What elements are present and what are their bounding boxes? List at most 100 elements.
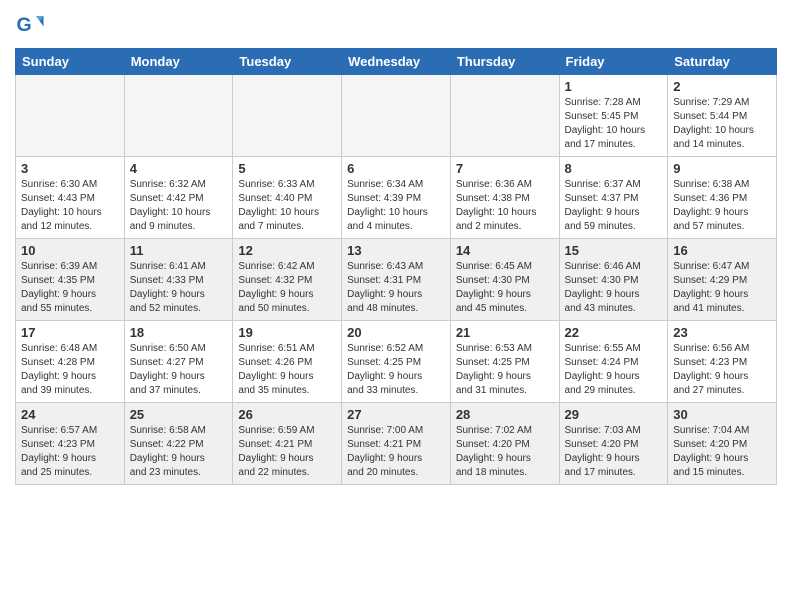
day-info: Sunrise: 6:32 AMSunset: 4:42 PMDaylight:…	[130, 178, 228, 234]
day-number: 17	[21, 325, 119, 340]
day-info: Sunrise: 7:04 AMSunset: 4:20 PMDaylight:…	[673, 424, 771, 480]
day-info: Sunrise: 6:55 AMSunset: 4:24 PMDaylight:…	[565, 342, 663, 398]
day-number: 9	[673, 161, 771, 176]
day-info: Sunrise: 6:58 AMSunset: 4:22 PMDaylight:…	[130, 424, 228, 480]
calendar-body: 1 Sunrise: 7:28 AMSunset: 5:45 PMDaylight…	[16, 75, 777, 485]
day-info: Sunrise: 6:37 AMSunset: 4:37 PMDaylight:…	[565, 178, 663, 234]
calendar-week-row: 1 Sunrise: 7:28 AMSunset: 5:45 PMDaylight…	[16, 75, 777, 157]
calendar-cell: 22 Sunrise: 6:55 AMSunset: 4:24 PMDayligh…	[559, 321, 668, 403]
calendar-cell	[16, 75, 125, 157]
calendar-cell: 20 Sunrise: 6:52 AMSunset: 4:25 PMDayligh…	[342, 321, 451, 403]
day-number: 3	[21, 161, 119, 176]
calendar-cell: 1 Sunrise: 7:28 AMSunset: 5:45 PMDaylight…	[559, 75, 668, 157]
svg-text:G: G	[17, 14, 32, 36]
weekday-header: Monday	[124, 49, 233, 75]
calendar-cell: 10 Sunrise: 6:39 AMSunset: 4:35 PMDayligh…	[16, 239, 125, 321]
day-info: Sunrise: 6:46 AMSunset: 4:30 PMDaylight:…	[565, 260, 663, 316]
day-info: Sunrise: 7:00 AMSunset: 4:21 PMDaylight:…	[347, 424, 445, 480]
day-number: 21	[456, 325, 554, 340]
calendar-cell: 9 Sunrise: 6:38 AMSunset: 4:36 PMDaylight…	[668, 157, 777, 239]
day-info: Sunrise: 6:51 AMSunset: 4:26 PMDaylight:…	[238, 342, 336, 398]
weekday-header: Thursday	[450, 49, 559, 75]
calendar-header: SundayMondayTuesdayWednesdayThursdayFrid…	[16, 49, 777, 75]
day-number: 15	[565, 243, 663, 258]
day-info: Sunrise: 6:52 AMSunset: 4:25 PMDaylight:…	[347, 342, 445, 398]
calendar-week-row: 24Sunrise: 6:57 AMSunset: 4:23 PMDayligh…	[16, 403, 777, 485]
day-number: 10	[21, 243, 119, 258]
calendar-table: SundayMondayTuesdayWednesdayThursdayFrid…	[15, 48, 777, 485]
calendar-cell: 17 Sunrise: 6:48 AMSunset: 4:28 PMDayligh…	[16, 321, 125, 403]
day-info: Sunrise: 6:38 AMSunset: 4:36 PMDaylight:…	[673, 178, 771, 234]
day-number: 18	[130, 325, 228, 340]
day-info: Sunrise: 7:28 AMSunset: 5:45 PMDaylight:…	[565, 96, 663, 152]
day-number: 27	[347, 407, 445, 422]
calendar-cell: 18 Sunrise: 6:50 AMSunset: 4:27 PMDayligh…	[124, 321, 233, 403]
day-number: 19	[238, 325, 336, 340]
weekday-header: Tuesday	[233, 49, 342, 75]
day-number: 30	[673, 407, 771, 422]
calendar-cell: 14 Sunrise: 6:45 AMSunset: 4:30 PMDayligh…	[450, 239, 559, 321]
day-number: 1	[565, 79, 663, 94]
calendar-cell: 8 Sunrise: 6:37 AMSunset: 4:37 PMDaylight…	[559, 157, 668, 239]
day-number: 29	[565, 407, 663, 422]
calendar-cell: 6Sunrise: 6:34 AMSunset: 4:39 PMDaylight…	[342, 157, 451, 239]
weekday-header: Wednesday	[342, 49, 451, 75]
calendar-cell	[124, 75, 233, 157]
day-number: 13	[347, 243, 445, 258]
calendar-week-row: 17 Sunrise: 6:48 AMSunset: 4:28 PMDayligh…	[16, 321, 777, 403]
day-info: Sunrise: 6:33 AMSunset: 4:40 PMDaylight:…	[238, 178, 336, 234]
calendar-cell: 13 Sunrise: 6:43 AMSunset: 4:31 PMDayligh…	[342, 239, 451, 321]
calendar-cell: 12 Sunrise: 6:42 AMSunset: 4:32 PMDayligh…	[233, 239, 342, 321]
day-info: Sunrise: 6:48 AMSunset: 4:28 PMDaylight:…	[21, 342, 119, 398]
calendar-cell: 7 Sunrise: 6:36 AMSunset: 4:38 PMDaylight…	[450, 157, 559, 239]
calendar-cell: 19 Sunrise: 6:51 AMSunset: 4:26 PMDayligh…	[233, 321, 342, 403]
weekday-header: Saturday	[668, 49, 777, 75]
day-info: Sunrise: 7:03 AMSunset: 4:20 PMDaylight:…	[565, 424, 663, 480]
calendar-cell: 4 Sunrise: 6:32 AMSunset: 4:42 PMDaylight…	[124, 157, 233, 239]
day-info: Sunrise: 6:45 AMSunset: 4:30 PMDaylight:…	[456, 260, 554, 316]
day-number: 16	[673, 243, 771, 258]
day-info: Sunrise: 6:43 AMSunset: 4:31 PMDaylight:…	[347, 260, 445, 316]
day-number: 6	[347, 161, 445, 176]
day-info: Sunrise: 6:41 AMSunset: 4:33 PMDaylight:…	[130, 260, 228, 316]
day-number: 12	[238, 243, 336, 258]
calendar-cell: 23Sunrise: 6:56 AMSunset: 4:23 PMDayligh…	[668, 321, 777, 403]
day-number: 28	[456, 407, 554, 422]
calendar-cell	[233, 75, 342, 157]
weekday-header: Sunday	[16, 49, 125, 75]
calendar-cell	[450, 75, 559, 157]
day-number: 4	[130, 161, 228, 176]
calendar-cell: 3 Sunrise: 6:30 AMSunset: 4:43 PMDaylight…	[16, 157, 125, 239]
calendar-cell: 15 Sunrise: 6:46 AMSunset: 4:30 PMDayligh…	[559, 239, 668, 321]
day-info: Sunrise: 6:59 AMSunset: 4:21 PMDaylight:…	[238, 424, 336, 480]
calendar-cell: 11 Sunrise: 6:41 AMSunset: 4:33 PMDayligh…	[124, 239, 233, 321]
day-number: 20	[347, 325, 445, 340]
day-info: Sunrise: 7:29 AMSunset: 5:44 PMDaylight:…	[673, 96, 771, 152]
day-number: 2	[673, 79, 771, 94]
logo-icon: G	[15, 10, 45, 40]
calendar-week-row: 3 Sunrise: 6:30 AMSunset: 4:43 PMDaylight…	[16, 157, 777, 239]
day-info: Sunrise: 6:36 AMSunset: 4:38 PMDaylight:…	[456, 178, 554, 234]
weekday-header: Friday	[559, 49, 668, 75]
day-number: 5	[238, 161, 336, 176]
day-number: 8	[565, 161, 663, 176]
calendar-cell: 29 Sunrise: 7:03 AMSunset: 4:20 PMDayligh…	[559, 403, 668, 485]
calendar-cell: 2 Sunrise: 7:29 AMSunset: 5:44 PMDaylight…	[668, 75, 777, 157]
day-number: 22	[565, 325, 663, 340]
day-info: Sunrise: 7:02 AMSunset: 4:20 PMDaylight:…	[456, 424, 554, 480]
day-info: Sunrise: 6:42 AMSunset: 4:32 PMDaylight:…	[238, 260, 336, 316]
calendar-cell: 30 Sunrise: 7:04 AMSunset: 4:20 PMDayligh…	[668, 403, 777, 485]
day-info: Sunrise: 6:30 AMSunset: 4:43 PMDaylight:…	[21, 178, 119, 234]
day-info: Sunrise: 6:39 AMSunset: 4:35 PMDaylight:…	[21, 260, 119, 316]
day-info: Sunrise: 6:50 AMSunset: 4:27 PMDaylight:…	[130, 342, 228, 398]
weekday-row: SundayMondayTuesdayWednesdayThursdayFrid…	[16, 49, 777, 75]
day-number: 7	[456, 161, 554, 176]
day-number: 14	[456, 243, 554, 258]
calendar-cell: 24Sunrise: 6:57 AMSunset: 4:23 PMDayligh…	[16, 403, 125, 485]
day-info: Sunrise: 6:53 AMSunset: 4:25 PMDaylight:…	[456, 342, 554, 398]
calendar-cell: 26Sunrise: 6:59 AMSunset: 4:21 PMDayligh…	[233, 403, 342, 485]
day-info: Sunrise: 6:47 AMSunset: 4:29 PMDaylight:…	[673, 260, 771, 316]
calendar-cell: 21 Sunrise: 6:53 AMSunset: 4:25 PMDayligh…	[450, 321, 559, 403]
day-number: 11	[130, 243, 228, 258]
page: G SundayMondayTuesdayWednesdayThursdayFr…	[0, 0, 792, 495]
